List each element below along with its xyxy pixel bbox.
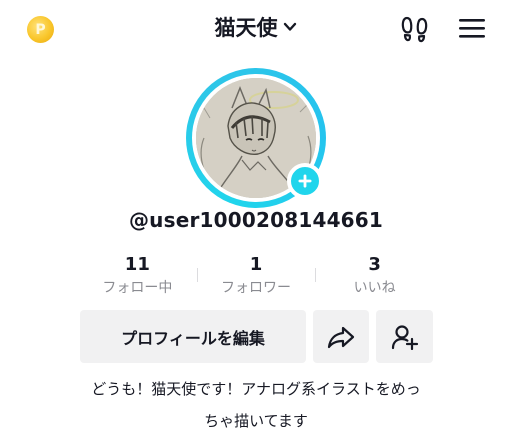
page-title: 猫天使: [214, 16, 278, 40]
chevron-down-icon: [283, 22, 296, 31]
avatar[interactable]: [186, 68, 326, 208]
footprint-icon[interactable]: [400, 14, 430, 44]
edit-profile-button[interactable]: プロフィールを編集: [80, 310, 306, 363]
stat-value: 11: [124, 254, 150, 275]
share-icon: [327, 326, 355, 348]
stat-label: フォロワー: [221, 280, 291, 296]
plus-icon: [298, 174, 312, 188]
stat-label: いいね: [353, 280, 396, 296]
top-bar: P 猫天使: [0, 0, 512, 56]
stat-label: フォロー中: [102, 280, 173, 296]
add-photo-button[interactable]: [287, 163, 323, 199]
bio: どうも！猫天使です！アナログ系イラストをめっ ちゃ描いてます: [0, 373, 512, 437]
title-row: 猫天使: [0, 12, 512, 42]
menu-icon[interactable]: [458, 16, 486, 40]
stats-row: 11 フォロー中 1 フォロワー 3 いいね: [78, 254, 434, 300]
add-friend-button[interactable]: [376, 310, 433, 363]
bio-line-1: どうも！猫天使です！アナログ系イラストをめっ: [91, 380, 421, 398]
stat-following[interactable]: 11 フォロー中: [78, 254, 197, 300]
account-switcher[interactable]: 猫天使: [215, 12, 298, 42]
stat-likes[interactable]: 3 いいね: [315, 254, 434, 300]
stat-followers[interactable]: 1 フォロワー: [196, 254, 316, 300]
username: @user1000208144661: [128, 208, 384, 232]
stat-value: 3: [368, 254, 381, 275]
bio-line-2: ちゃ描いてます: [204, 412, 308, 430]
stat-value: 1: [249, 254, 263, 275]
share-profile-button[interactable]: [313, 310, 369, 363]
add-user-icon: [391, 324, 418, 350]
